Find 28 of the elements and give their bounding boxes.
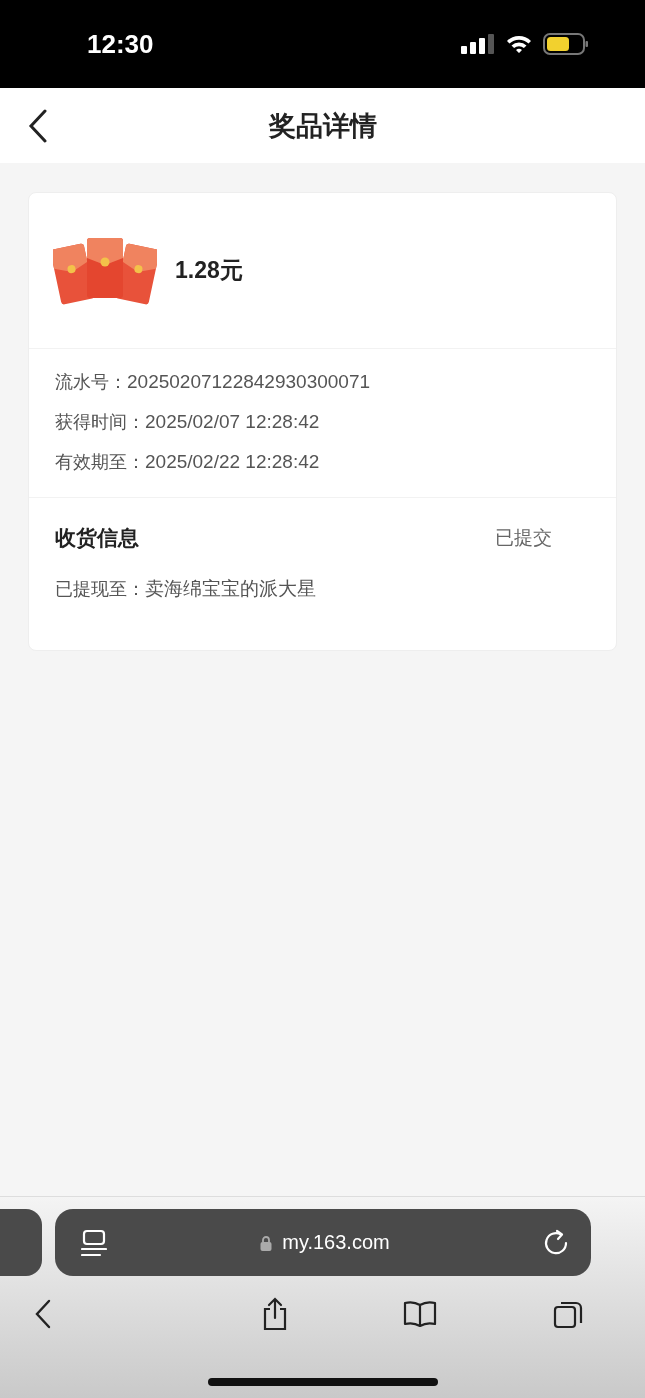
back-icon[interactable] [34, 1299, 52, 1329]
reader-icon [81, 1228, 107, 1257]
url-text: my.163.com [282, 1231, 390, 1254]
lock-icon [260, 1234, 273, 1251]
detail-label: 获得时间： [55, 410, 145, 434]
detail-value: 卖海绵宝宝的派大星 [145, 577, 316, 601]
tabs-icon[interactable] [552, 1299, 583, 1329]
address-bar[interactable]: my.163.com [55, 1209, 591, 1276]
envelopes-icon [53, 235, 157, 306]
detail-label: 已提现至： [55, 577, 145, 601]
status-time: 12:30 [87, 28, 154, 60]
section-title: 收货信息 [55, 525, 139, 552]
detail-label: 流水号： [55, 370, 127, 394]
share-icon[interactable] [261, 1296, 289, 1332]
detail-label: 有效期至： [55, 450, 145, 474]
book-icon[interactable] [403, 1300, 437, 1328]
battery-icon [543, 33, 589, 55]
signal-icon [461, 34, 495, 54]
status-text: 已提交 [495, 525, 552, 550]
reload-icon[interactable] [543, 1228, 569, 1257]
detail-value: 20250207122842930300071 [127, 370, 371, 394]
page-title: 奖品详情 [268, 108, 377, 143]
tab-preview[interactable] [0, 1209, 42, 1276]
back-icon[interactable] [28, 109, 48, 143]
wifi-icon [505, 34, 533, 54]
detail-value: 2025/02/22 12:28:42 [145, 450, 320, 474]
detail-value: 2025/02/07 12:28:42 [145, 410, 320, 434]
prize-amount: 1.28元 [175, 256, 243, 285]
